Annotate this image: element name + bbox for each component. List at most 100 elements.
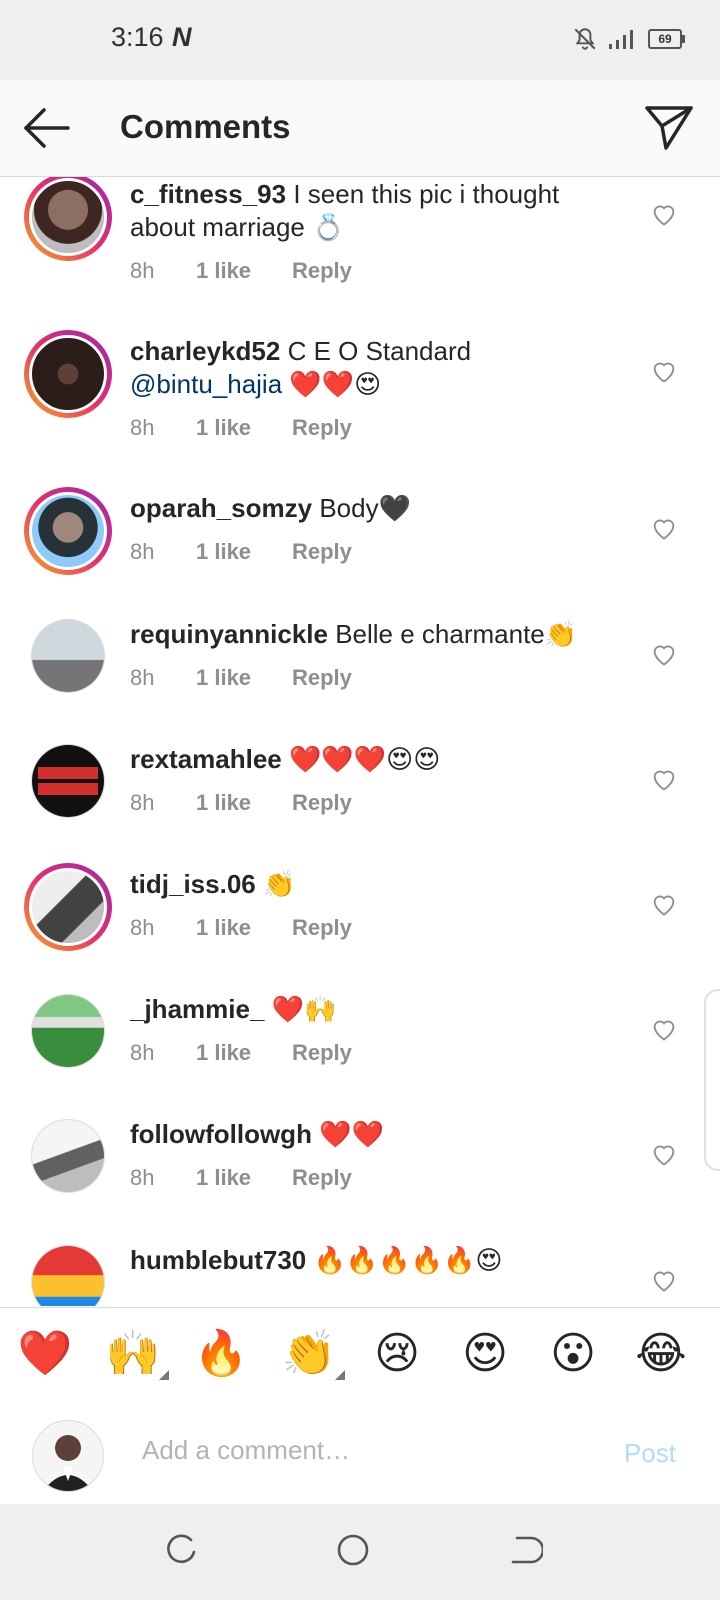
comment-age: 8h [130, 258, 155, 283]
reaction-crying[interactable]: 😢 [367, 1326, 427, 1382]
back-icon[interactable] [507, 1532, 543, 1568]
comment-meta: 8h 1 like Reply [130, 790, 352, 816]
avatar-ring[interactable] [31, 1245, 105, 1306]
comment-username[interactable]: oparah_somzy [130, 493, 312, 523]
home-circle-icon[interactable] [335, 1532, 371, 1568]
reply-button[interactable]: Reply [292, 665, 352, 691]
comment-username[interactable]: tidj_iss.06 [130, 869, 256, 899]
heart-outline-icon[interactable] [650, 1140, 678, 1168]
top-bar: Comments [0, 80, 720, 177]
recents-icon[interactable] [163, 1532, 199, 1568]
comment-text: Body🖤 [319, 493, 411, 523]
page-title: Comments [120, 108, 291, 145]
system-nav-bar [0, 1504, 720, 1600]
comment-meta: 8h 1 like Reply [130, 1165, 352, 1191]
comment-likes[interactable]: 1 like [196, 790, 292, 816]
heart-outline-icon[interactable] [650, 357, 678, 385]
avatar[interactable] [29, 868, 107, 946]
reaction-raised-hands[interactable]: 🙌 [103, 1326, 169, 1382]
reply-button[interactable]: Reply [292, 1040, 352, 1066]
comment-meta: 8h 1 like Reply [130, 1040, 352, 1066]
comment-text: C E O Standard [287, 336, 472, 366]
status-bar: 3:16 N 69 [0, 0, 720, 80]
comment-age: 8h [130, 790, 155, 815]
heart-outline-icon[interactable] [650, 765, 678, 793]
reply-button[interactable]: Reply [292, 790, 352, 816]
heart-outline-icon[interactable] [650, 1266, 678, 1294]
variant-indicator [159, 1370, 169, 1380]
comment-mention[interactable]: @bintu_hajia [130, 369, 282, 399]
reply-button[interactable]: Reply [292, 915, 352, 941]
comment-username[interactable]: followfollowgh [130, 1119, 312, 1149]
avatar[interactable] [29, 492, 107, 570]
reply-button[interactable]: Reply [292, 539, 352, 565]
reply-button[interactable]: Reply [292, 1165, 352, 1191]
avatar-ring[interactable] [31, 1119, 105, 1193]
reaction-raised-hands-glyph: 🙌 [105, 1329, 161, 1378]
comment-username[interactable]: requinyannickle [130, 619, 328, 649]
reaction-surprised[interactable]: 😮 [543, 1326, 603, 1382]
post-button[interactable]: Post [624, 1438, 676, 1469]
quick-reaction-bar: ❤️ 🙌 🔥 👏 😢 😍 😮 😂 [0, 1307, 720, 1405]
comment-likes[interactable]: 1 like [196, 665, 292, 691]
comment-likes[interactable]: 1 like [196, 258, 292, 284]
status-time: 3:16 [111, 22, 164, 52]
reaction-fire[interactable]: 🔥 [191, 1326, 251, 1382]
comment-age: 8h [130, 915, 155, 940]
heart-outline-icon[interactable] [650, 514, 678, 542]
comment-likes[interactable]: 1 like [196, 415, 292, 441]
paper-plane-icon[interactable] [644, 102, 694, 152]
reaction-heart-eyes[interactable]: 😍 [455, 1326, 515, 1382]
reaction-laughing[interactable]: 😂 [631, 1326, 691, 1382]
comment-likes[interactable]: 1 like [196, 539, 292, 565]
bell-muted-icon [574, 28, 596, 50]
heart-outline-icon[interactable] [650, 890, 678, 918]
avatar-ring[interactable] [31, 744, 105, 818]
comment-likes[interactable]: 1 like [196, 1165, 292, 1191]
avatar-ring[interactable] [31, 994, 105, 1068]
avatar-story-ring[interactable] [24, 177, 112, 261]
comment-age: 8h [130, 665, 155, 690]
arrow-left-icon[interactable] [22, 104, 72, 152]
avatar[interactable] [32, 620, 104, 692]
comment-username[interactable]: charleykd52 [130, 336, 280, 366]
comment-username[interactable]: c_fitness_93 [130, 179, 286, 209]
reaction-heart[interactable]: ❤️ [15, 1326, 75, 1382]
avatar[interactable] [32, 1246, 104, 1306]
comment-body: humblebut730 🔥🔥🔥🔥🔥😍 [130, 1244, 600, 1277]
avatar[interactable] [32, 745, 104, 817]
avatar[interactable] [32, 1120, 104, 1192]
reply-button[interactable]: Reply [292, 258, 352, 284]
dream-chaser-logo [38, 767, 98, 795]
comment-meta: 8h 1 like Reply [130, 415, 352, 441]
comment-input[interactable] [140, 1434, 574, 1467]
avatar[interactable] [29, 178, 107, 256]
signal-icon [609, 30, 633, 49]
avatar-ring[interactable] [31, 619, 105, 693]
heart-outline-icon[interactable] [650, 1015, 678, 1043]
comment-likes[interactable]: 1 like [196, 1040, 292, 1066]
avatar-story-ring[interactable] [24, 487, 112, 575]
avatar[interactable] [29, 335, 107, 413]
avatar[interactable] [32, 995, 104, 1067]
heart-outline-icon[interactable] [650, 200, 678, 228]
heart-outline-icon[interactable] [650, 640, 678, 668]
carrier-icon: N [172, 22, 192, 52]
comment-likes[interactable]: 1 like [196, 915, 292, 941]
comment-body: followfollowgh ❤️❤️ [130, 1118, 600, 1151]
reply-button[interactable]: Reply [292, 415, 352, 441]
avatar-story-ring[interactable] [24, 863, 112, 951]
comment-body: requinyannickle Belle e charmante👏 [130, 618, 600, 651]
scroll-edge-handle[interactable] [704, 989, 720, 1171]
comment-username[interactable]: rextamahlee [130, 744, 282, 774]
comment-meta: 8h 1 like Reply [130, 539, 352, 565]
comment-age: 8h [130, 1165, 155, 1190]
comment-username[interactable]: humblebut730 [130, 1245, 306, 1275]
avatar-story-ring[interactable] [24, 330, 112, 418]
comment-list[interactable]: c_fitness_93 I seen this pic i thought a… [0, 177, 720, 1306]
comment-age: 8h [130, 1040, 155, 1065]
reaction-clap[interactable]: 👏 [279, 1326, 345, 1382]
my-avatar [32, 1420, 104, 1492]
comment-text: 👏 [262, 869, 296, 899]
comment-username[interactable]: _jhammie_ [130, 994, 264, 1024]
